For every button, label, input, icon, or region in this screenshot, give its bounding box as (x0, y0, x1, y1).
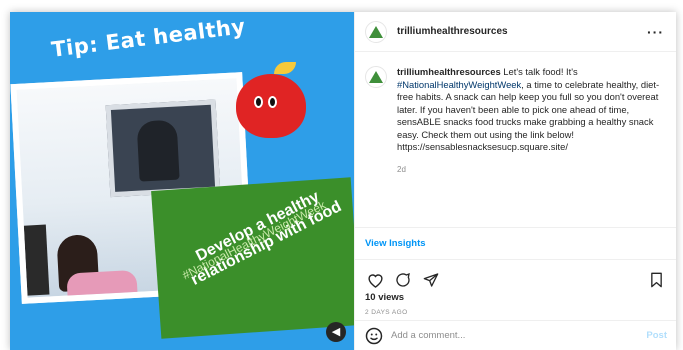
post-header: trilliumhealthresources ··· (355, 12, 676, 52)
share-paper-plane-icon[interactable] (421, 271, 441, 289)
apple-eye-left (254, 96, 263, 108)
header-username[interactable]: trilliumhealthresources (397, 26, 647, 37)
comment-bar: Post (355, 320, 676, 350)
post-details-panel: trilliumhealthresources ··· trilliumheal… (354, 12, 676, 350)
child-shirt (66, 269, 138, 304)
apple-leaf (274, 62, 296, 74)
action-bar (355, 260, 676, 290)
caption-username[interactable]: trilliumhealthresources (397, 66, 501, 77)
sound-toggle-icon[interactable]: ◀ (326, 322, 346, 342)
post-comment-button[interactable]: Post (646, 330, 667, 341)
more-options-icon[interactable]: ··· (647, 24, 664, 40)
caption-text-before: Let's talk food! It's (500, 66, 578, 77)
child-figure-left (23, 224, 50, 296)
like-heart-icon[interactable] (365, 271, 385, 289)
vendor-figure (136, 119, 180, 182)
tip-heading: Tip: Eat healthy (50, 14, 247, 62)
caption-avatar[interactable] (365, 66, 387, 88)
apple-illustration (236, 62, 306, 138)
apple-eye-right (268, 96, 277, 108)
view-insights-link[interactable]: View Insights (355, 228, 676, 260)
post-date: 2 DAYS AGO (365, 309, 408, 316)
trillium-logo-icon (369, 71, 383, 83)
instagram-post-window: Tip: Eat healthy Develop a healthy relat… (10, 12, 676, 350)
comment-input[interactable] (391, 330, 647, 341)
comment-bubble-icon[interactable] (393, 271, 413, 289)
bookmark-icon[interactable] (646, 271, 666, 289)
caption-block: trilliumhealthresources Let's talk food!… (355, 52, 676, 228)
view-count[interactable]: 10 views (355, 290, 676, 303)
caption-hashtag[interactable]: #NationalHealthyWeightWeek (397, 79, 521, 90)
trillium-logo-icon (369, 25, 383, 38)
caption-age: 2d (397, 164, 406, 174)
post-media[interactable]: Tip: Eat healthy Develop a healthy relat… (10, 12, 354, 350)
caption-text: trilliumhealthresources Let's talk food!… (397, 66, 664, 227)
avatar[interactable] (365, 20, 387, 43)
emoji-smile-icon[interactable] (365, 327, 383, 345)
